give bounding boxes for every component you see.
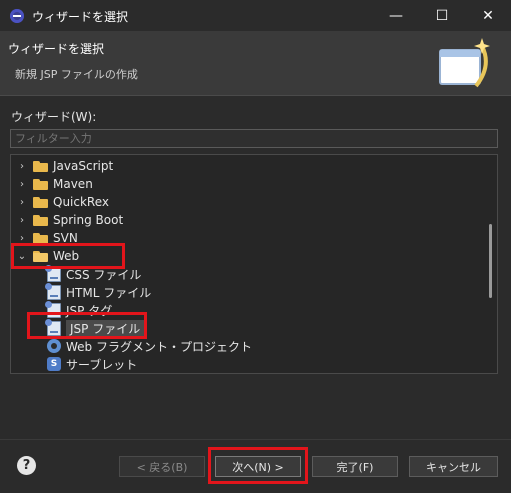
tree-item-html-file[interactable]: HTML ファイル <box>45 282 497 301</box>
window-title: ウィザードを選択 <box>32 10 129 24</box>
tree-scrollbar-thumb[interactable] <box>489 224 492 298</box>
folder-icon <box>33 178 48 190</box>
maximize-button[interactable]: ☐ <box>419 0 465 31</box>
back-button[interactable]: < 戻る(B) <box>119 456 205 477</box>
eclipse-app-icon <box>10 9 24 23</box>
web-fragment-project-icon <box>47 339 61 353</box>
tree-item-label: HTML ファイル <box>66 285 152 300</box>
tree-item-quickrex[interactable]: › QuickRex <box>17 193 493 211</box>
tree-item-label: サーブレット <box>66 357 138 372</box>
minimize-button[interactable]: — <box>373 0 419 31</box>
header-divider <box>0 95 511 96</box>
chevron-right-icon[interactable]: › <box>17 197 27 208</box>
tree-item-label: JavaScript <box>53 159 114 173</box>
folder-icon <box>33 160 48 172</box>
tree-item-javascript[interactable]: › JavaScript <box>17 157 493 175</box>
next-button[interactable]: 次へ(N) > <box>215 456 301 477</box>
chevron-right-icon[interactable]: › <box>17 161 27 172</box>
wizard-list-label: ウィザード(W): <box>11 110 97 124</box>
tree-item-label: Maven <box>53 177 93 191</box>
html-file-icon <box>45 282 61 300</box>
header-title: ウィザードを選択 <box>8 42 105 56</box>
tree-item-maven[interactable]: › Maven <box>17 175 493 193</box>
finish-button[interactable]: 完了(F) <box>312 456 398 477</box>
close-button[interactable]: ✕ <box>465 0 511 31</box>
tree-item-web-fragment-project[interactable]: Web フラグメント・プロジェクト <box>47 337 497 355</box>
chevron-right-icon[interactable]: › <box>17 179 27 190</box>
header-subtitle: 新規 JSP ファイルの作成 <box>15 68 138 81</box>
help-icon[interactable]: ? <box>17 456 36 475</box>
tree-item-label: Web フラグメント・プロジェクト <box>66 339 252 354</box>
tree-item-spring-boot[interactable]: › Spring Boot <box>17 211 493 229</box>
filter-input[interactable] <box>10 129 498 148</box>
tree-item-servlet[interactable]: S サーブレット <box>47 355 497 373</box>
folder-icon <box>33 214 48 226</box>
servlet-icon: S <box>47 357 61 371</box>
wizard-banner-icon <box>439 38 490 88</box>
chevron-right-icon[interactable]: › <box>17 233 27 244</box>
folder-icon <box>33 196 48 208</box>
chevron-right-icon[interactable]: › <box>17 215 27 226</box>
highlight-box-jsp-file <box>27 312 147 339</box>
tree-item-label: QuickRex <box>53 195 110 209</box>
footer-divider <box>0 439 511 440</box>
folder-icon <box>33 232 48 244</box>
tree-item-label: Spring Boot <box>53 213 124 227</box>
highlight-box-web <box>11 243 125 269</box>
cancel-button[interactable]: キャンセル <box>409 456 498 477</box>
